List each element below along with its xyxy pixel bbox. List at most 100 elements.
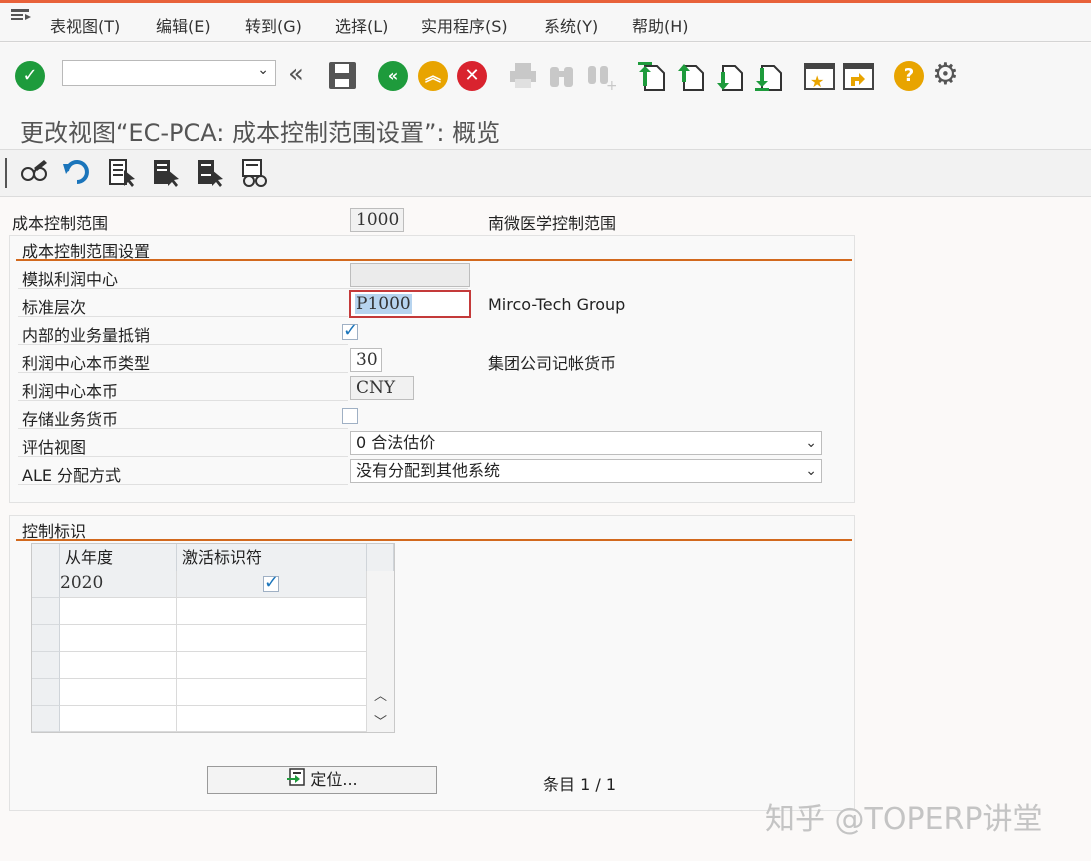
row-selector[interactable] xyxy=(32,571,60,598)
menu-bar: 表视图(T) 编辑(E) 转到(G) 选择(L) 实用程序(S) 系统(Y) 帮… xyxy=(0,0,1091,42)
standard-toolbar: ✓ ⌄ « « ︽ ✕ + ★ ? ⚙ xyxy=(0,43,1091,105)
std-hierarchy-label: 标准层次 xyxy=(22,298,87,317)
column-header-active[interactable]: 激活标识符 xyxy=(177,544,367,571)
valuation-view-dropdown[interactable]: 0 合法估价 ⌄ xyxy=(350,431,822,455)
save-icon[interactable] xyxy=(328,61,358,95)
vertical-scrollbar[interactable]: ︿ ﹀ xyxy=(367,571,394,732)
row-selector[interactable] xyxy=(32,679,60,706)
row-divider xyxy=(18,484,348,485)
svg-text:+: + xyxy=(606,78,616,91)
pc-currency-type-input[interactable]: 30 xyxy=(350,348,382,372)
sim-profit-center-label: 模拟利润中心 xyxy=(22,270,119,289)
svg-text:★: ★ xyxy=(810,72,824,91)
exit-icon[interactable]: ︽ xyxy=(418,61,448,91)
pc-currency-value: CNY xyxy=(350,376,414,400)
undo-icon[interactable] xyxy=(63,158,93,192)
year-value: 2020 xyxy=(60,573,104,593)
watermark: 知乎 @TOPERP讲堂 xyxy=(765,802,1043,837)
create-session-icon[interactable]: ★ xyxy=(804,61,836,95)
chevron-down-icon[interactable]: ⌄ xyxy=(805,460,817,482)
chevron-down-icon[interactable]: ⌄ xyxy=(257,62,269,78)
row-divider xyxy=(18,316,348,317)
controlling-area-value: 1000 xyxy=(350,208,404,232)
select-all-icon[interactable] xyxy=(108,158,138,192)
next-page-icon[interactable] xyxy=(715,60,745,96)
ale-method-dropdown[interactable]: 没有分配到其他系统 ⌄ xyxy=(350,459,822,483)
menu-system[interactable]: 系统(Y) xyxy=(544,13,598,37)
group-divider xyxy=(16,539,852,541)
display-change-icon[interactable] xyxy=(20,158,50,192)
row-selector[interactable] xyxy=(32,706,60,732)
pc-currency-label: 利润中心本币 xyxy=(22,382,119,401)
chevron-down-icon[interactable]: ⌄ xyxy=(805,432,817,454)
toolbar-separator xyxy=(5,158,7,188)
table-cell xyxy=(177,679,367,706)
table-cell-year: 2020 xyxy=(60,571,177,598)
enter-icon[interactable]: ✓ xyxy=(15,61,45,91)
select-block-icon[interactable] xyxy=(152,158,182,192)
row-selector[interactable] xyxy=(32,598,60,625)
find-next-icon: + xyxy=(586,61,618,95)
back-double-icon[interactable]: « xyxy=(288,59,304,89)
row-divider xyxy=(18,344,348,345)
table-cell xyxy=(177,652,367,679)
select-all-cell[interactable] xyxy=(32,544,60,571)
controlling-area-label: 成本控制范围 xyxy=(12,214,109,233)
sim-profit-center-field xyxy=(350,263,470,287)
menu-table-view[interactable]: 表视图(T) xyxy=(50,13,120,37)
table-cell xyxy=(60,652,177,679)
pc-currency-type-desc: 集团公司记帐货币 xyxy=(488,354,617,373)
table-cell xyxy=(60,679,177,706)
page-title: 更改视图“EC-PCA: 成本控制范围设置”: 概览 xyxy=(20,119,501,147)
column-header-from-year[interactable]: 从年度 xyxy=(60,544,177,571)
valuation-view-value: 0 合法估价 xyxy=(356,433,436,452)
std-hierarchy-desc: Mirco-Tech Group xyxy=(488,295,626,314)
ale-method-value: 没有分配到其他系统 xyxy=(356,461,501,480)
last-page-icon[interactable] xyxy=(754,60,784,96)
first-page-icon[interactable] xyxy=(637,60,667,96)
std-hierarchy-input[interactable]: P1000 xyxy=(349,290,471,318)
table-cell xyxy=(177,706,367,732)
shortcut-icon[interactable] xyxy=(843,61,875,95)
row-divider xyxy=(18,372,348,373)
application-toolbar xyxy=(0,149,1091,197)
print-icon xyxy=(508,61,538,95)
menu-select[interactable]: 选择(L) xyxy=(335,13,388,37)
row-selector[interactable] xyxy=(32,652,60,679)
table-cell xyxy=(60,706,177,732)
valuation-view-label: 评估视图 xyxy=(22,438,87,457)
std-hierarchy-value: P1000 xyxy=(355,294,412,314)
menu-edit[interactable]: 编辑(E) xyxy=(156,13,211,37)
menu-goto[interactable]: 转到(G) xyxy=(245,13,302,37)
cancel-icon[interactable]: ✕ xyxy=(457,61,487,91)
group-divider xyxy=(16,259,852,261)
table-cell xyxy=(60,598,177,625)
scroll-down-icon[interactable]: ﹀ xyxy=(374,711,387,730)
pc-currency-type-label: 利润中心本币类型 xyxy=(22,354,151,373)
row-divider xyxy=(18,288,468,289)
settings-icon[interactable]: ⚙ xyxy=(932,57,959,92)
table-cell xyxy=(177,598,367,625)
scroll-up-icon[interactable]: ︿ xyxy=(374,685,387,704)
active-checkbox[interactable] xyxy=(263,572,279,593)
ale-method-label: ALE 分配方式 xyxy=(22,466,122,485)
command-field[interactable]: ⌄ xyxy=(62,60,276,86)
controlling-area-desc: 南微医学控制范围 xyxy=(488,214,617,233)
help-icon[interactable]: ? xyxy=(894,61,924,91)
position-button[interactable]: 定位... xyxy=(207,766,437,794)
menu-utilities[interactable]: 实用程序(S) xyxy=(421,13,508,37)
table-cell-active xyxy=(177,571,367,598)
back-icon[interactable]: « xyxy=(378,61,408,91)
menu-help[interactable]: 帮助(H) xyxy=(632,13,689,37)
deselect-all-icon[interactable] xyxy=(196,158,226,192)
store-txn-currency-checkbox[interactable] xyxy=(342,408,358,424)
prev-page-icon[interactable] xyxy=(676,60,706,96)
find-icon xyxy=(547,61,577,95)
menu-icon[interactable] xyxy=(10,7,31,23)
store-txn-currency-label: 存储业务货币 xyxy=(22,410,119,429)
column-settings-cell[interactable] xyxy=(367,544,394,571)
compare-icon[interactable] xyxy=(240,158,270,192)
row-selector[interactable] xyxy=(32,625,60,652)
internal-offset-checkbox[interactable] xyxy=(342,320,358,341)
screen-title-bar: 更改视图“EC-PCA: 成本控制范围设置”: 概览 xyxy=(0,105,1091,149)
